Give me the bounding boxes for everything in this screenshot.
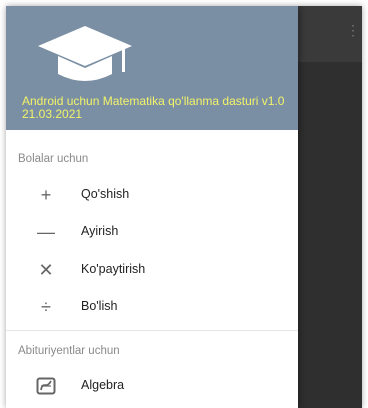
graduation-cap-icon xyxy=(38,26,132,81)
multiply-icon: ✕ xyxy=(38,260,54,280)
section-label-applicants: Abituriyentlar uchun xyxy=(18,345,120,357)
menu-item-label: Algebra xyxy=(81,378,125,392)
menu-item-label: Ko'paytirish xyxy=(81,262,146,276)
menu-item-addition[interactable]: + Qo'shish xyxy=(6,178,298,212)
minus-icon: — xyxy=(37,222,55,242)
menu-item-division[interactable]: ÷ Bo'lish xyxy=(6,290,298,324)
app-window: ⋮ Android uchun Matematika qo'llanma das… xyxy=(6,6,362,408)
menu-item-algebra[interactable]: Algebra xyxy=(6,369,298,403)
function-graph-icon xyxy=(36,377,56,395)
menu-item-label: Qo'shish xyxy=(81,187,130,201)
menu-item-label: Bo'lish xyxy=(81,299,118,313)
navigation-drawer: Android uchun Matematika qo'llanma dastu… xyxy=(6,6,298,408)
section-label-children: Bolalar uchun xyxy=(18,153,89,165)
app-title: Android uchun Matematika qo'llanma dastu… xyxy=(22,94,285,121)
drawer-header: Android uchun Matematika qo'llanma dastu… xyxy=(6,6,298,130)
more-vert-icon[interactable]: ⋮ xyxy=(346,23,360,37)
section-divider xyxy=(6,330,298,331)
menu-item-subtraction[interactable]: — Ayirish xyxy=(6,215,298,249)
menu-item-multiplication[interactable]: ✕ Ko'paytirish xyxy=(6,253,298,287)
divide-icon: ÷ xyxy=(41,297,51,317)
plus-icon: + xyxy=(40,185,52,205)
menu-item-label: Ayirish xyxy=(81,224,119,238)
